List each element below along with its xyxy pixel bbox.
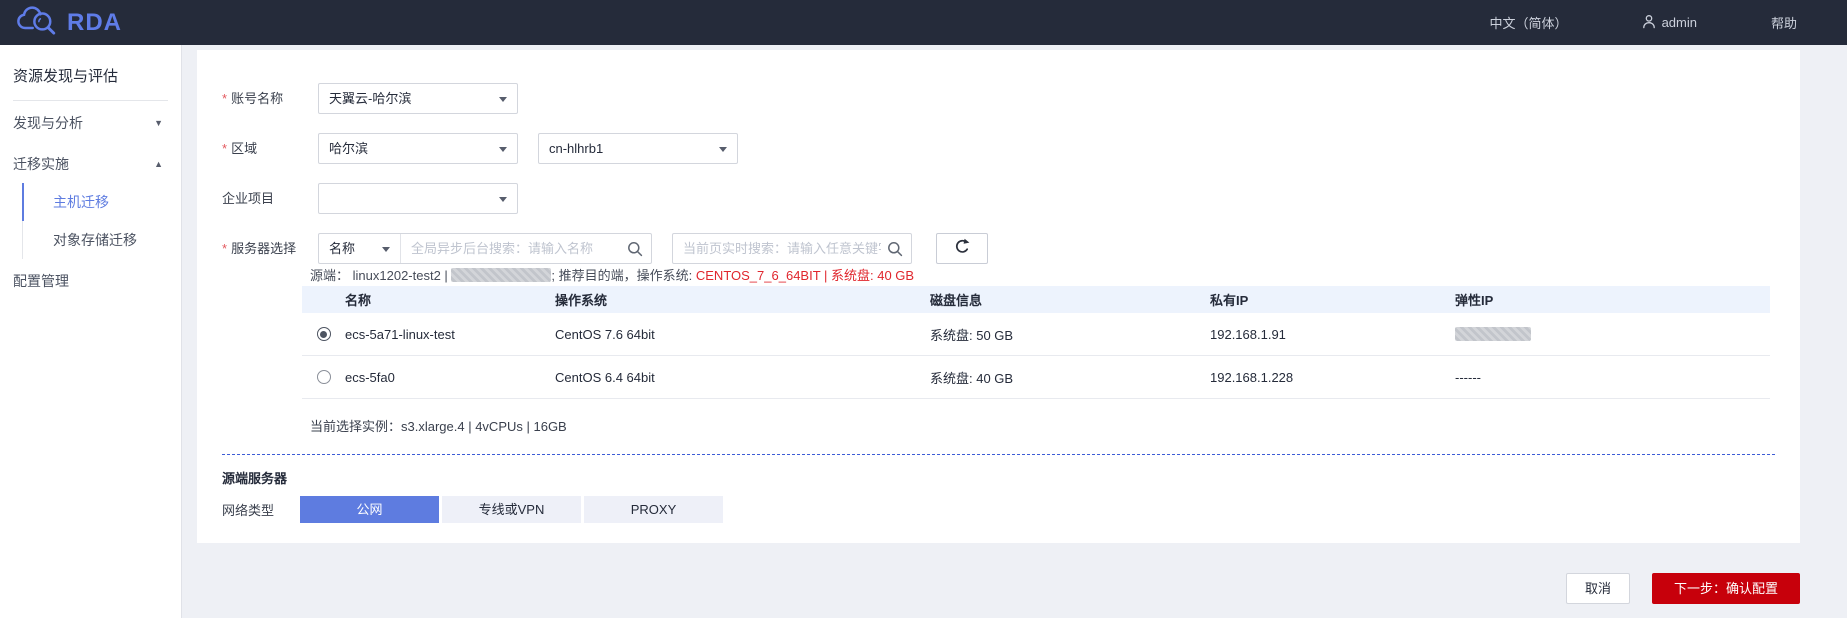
- caret-down-icon: [499, 97, 507, 102]
- col-header-disk: 磁盘信息: [930, 290, 1210, 309]
- source-hint-label: 源端：: [310, 268, 349, 283]
- cell-disk: 系统盘: 40 GB: [930, 368, 1210, 387]
- required-star: *: [222, 141, 227, 156]
- next-step-button[interactable]: 下一步：确认配置: [1652, 573, 1800, 604]
- cell-private-ip: 192.168.1.228: [1210, 370, 1455, 385]
- source-server-title: 源端服务器: [222, 468, 1775, 487]
- sidebar-item-config-management[interactable]: 配置管理: [0, 262, 181, 300]
- server-table: 名称 操作系统 磁盘信息 私有IP 弹性IP ecs-5a71-linux-te…: [302, 286, 1770, 399]
- current-instance-label: 当前选择实例：: [310, 419, 401, 434]
- sidebar: 资源发现与评估 发现与分析 ▼ 迁移实施 ▲ 主机迁移 对象存储迁移 配置管理: [0, 45, 182, 618]
- table-row[interactable]: ecs-5fa0 CentOS 6.4 64bit 系统盘: 40 GB 192…: [302, 356, 1770, 399]
- network-option-public[interactable]: 公网: [300, 496, 439, 523]
- caret-down-icon: [382, 247, 390, 252]
- cell-name: ecs-5fa0: [345, 370, 555, 385]
- sidebar-divider: [13, 100, 168, 101]
- redacted-elastic-ip: [1455, 327, 1531, 341]
- current-instance-value: s3.xlarge.4 | 4vCPUs | 16GB: [401, 419, 567, 434]
- col-header-name: 名称: [345, 290, 555, 309]
- cell-elastic-ip: ------: [1455, 370, 1770, 385]
- network-option-proxy[interactable]: PROXY: [584, 496, 723, 523]
- caret-down-icon: [499, 147, 507, 152]
- col-header-elastic-ip: 弹性IP: [1455, 290, 1770, 309]
- search-field-value: 名称: [329, 241, 355, 256]
- global-search-input[interactable]: [401, 234, 651, 263]
- form-row-account: *账号名称 天翼云-哈尔滨: [222, 83, 1775, 114]
- caret-down-icon: [499, 197, 507, 202]
- person-icon: [1642, 14, 1656, 32]
- current-instance-line: 当前选择实例：s3.xlarge.4 | 4vCPUs | 16GB: [310, 416, 1775, 435]
- cell-os: CentOS 6.4 64bit: [555, 370, 930, 385]
- cell-os: CentOS 7.6 64bit: [555, 327, 930, 342]
- footer-actions: 取消 下一步：确认配置: [1566, 573, 1800, 604]
- zone-select[interactable]: cn-hlhrb1: [538, 133, 738, 164]
- source-hint-middle: ; 推荐目的端，操作系统:: [551, 268, 695, 283]
- user-name: admin: [1662, 15, 1697, 30]
- chevron-down-icon: ▼: [154, 104, 163, 142]
- required-star: *: [222, 241, 227, 256]
- sidebar-item-migration-implementation[interactable]: 迁移实施 ▲: [0, 145, 181, 183]
- network-type-row: 网络类型 公网 专线或VPN PROXY: [222, 496, 1775, 523]
- enterprise-project-select[interactable]: [318, 183, 518, 214]
- zone-select-value: cn-hlhrb1: [549, 141, 603, 156]
- source-hint-highlight: CENTOS_7_6_64BIT | 系统盘: 40 GB: [696, 268, 914, 283]
- server-select-label: *服务器选择: [222, 233, 318, 264]
- col-header-os: 操作系统: [555, 290, 930, 309]
- account-select[interactable]: 天翼云-哈尔滨: [318, 83, 518, 114]
- sidebar-title: 资源发现与评估: [13, 65, 181, 86]
- refresh-icon: [953, 237, 971, 260]
- redacted-source-ip: [451, 268, 551, 282]
- cell-private-ip: 192.168.1.91: [1210, 327, 1455, 342]
- source-hint-line: 源端： linux1202-test2 | ; 推荐目的端，操作系统: CENT…: [310, 267, 1775, 284]
- account-label: *账号名称: [222, 83, 318, 114]
- refresh-button[interactable]: [936, 233, 988, 264]
- logo-text: RDA: [67, 9, 122, 37]
- cell-disk: 系统盘: 50 GB: [930, 325, 1210, 344]
- region-select-value: 哈尔滨: [329, 141, 368, 156]
- language-switcher[interactable]: 中文（简体）: [1490, 13, 1568, 32]
- cell-name: ecs-5a71-linux-test: [345, 327, 555, 342]
- source-hint-name: linux1202-test2 |: [353, 268, 452, 283]
- col-header-private-ip: 私有IP: [1210, 290, 1455, 309]
- search-icon[interactable]: [627, 241, 643, 262]
- dashed-divider: [222, 454, 1775, 455]
- sidebar-item-discovery-analysis[interactable]: 发现与分析 ▼: [0, 104, 181, 142]
- topbar: RDA 中文（简体） admin 帮助: [0, 0, 1847, 45]
- form-row-enterprise-project: 企业项目: [222, 183, 1775, 214]
- enterprise-project-label: 企业项目: [222, 183, 318, 214]
- page-search-box: [672, 233, 912, 264]
- table-row[interactable]: ecs-5a71-linux-test CentOS 7.6 64bit 系统盘…: [302, 313, 1770, 356]
- table-header-row: 名称 操作系统 磁盘信息 私有IP 弹性IP: [302, 286, 1770, 313]
- page-search-input[interactable]: [673, 234, 911, 263]
- network-option-vpn[interactable]: 专线或VPN: [442, 496, 581, 523]
- help-link[interactable]: 帮助: [1771, 13, 1797, 32]
- account-select-value: 天翼云-哈尔滨: [329, 91, 411, 106]
- region-label: *区域: [222, 133, 318, 164]
- sidebar-item-object-storage-migration[interactable]: 对象存储迁移: [22, 221, 181, 259]
- sidebar-item-host-migration[interactable]: 主机迁移: [22, 183, 181, 221]
- search-field-select[interactable]: 名称: [319, 234, 401, 263]
- search-icon[interactable]: [887, 241, 903, 262]
- region-select[interactable]: 哈尔滨: [318, 133, 518, 164]
- cloud-magnifier-logo-icon: [16, 5, 60, 41]
- network-type-label: 网络类型: [222, 500, 300, 519]
- global-search-group: 名称: [318, 233, 652, 264]
- cell-elastic-ip: [1455, 327, 1770, 342]
- chevron-up-icon: ▲: [154, 145, 163, 183]
- logo[interactable]: RDA: [0, 5, 122, 41]
- form-row-region: *区域 哈尔滨 cn-hlhrb1: [222, 133, 1775, 164]
- user-menu[interactable]: admin: [1642, 14, 1697, 32]
- caret-down-icon: [719, 147, 727, 152]
- radio-unselected[interactable]: [317, 370, 331, 384]
- migration-config-card: *账号名称 天翼云-哈尔滨 *区域 哈尔滨 cn-hlhrb1 企业项目: [197, 50, 1800, 543]
- cancel-button[interactable]: 取消: [1566, 573, 1630, 604]
- radio-selected[interactable]: [317, 327, 331, 341]
- form-row-server-select: *服务器选择 名称: [222, 233, 1775, 264]
- required-star: *: [222, 91, 227, 106]
